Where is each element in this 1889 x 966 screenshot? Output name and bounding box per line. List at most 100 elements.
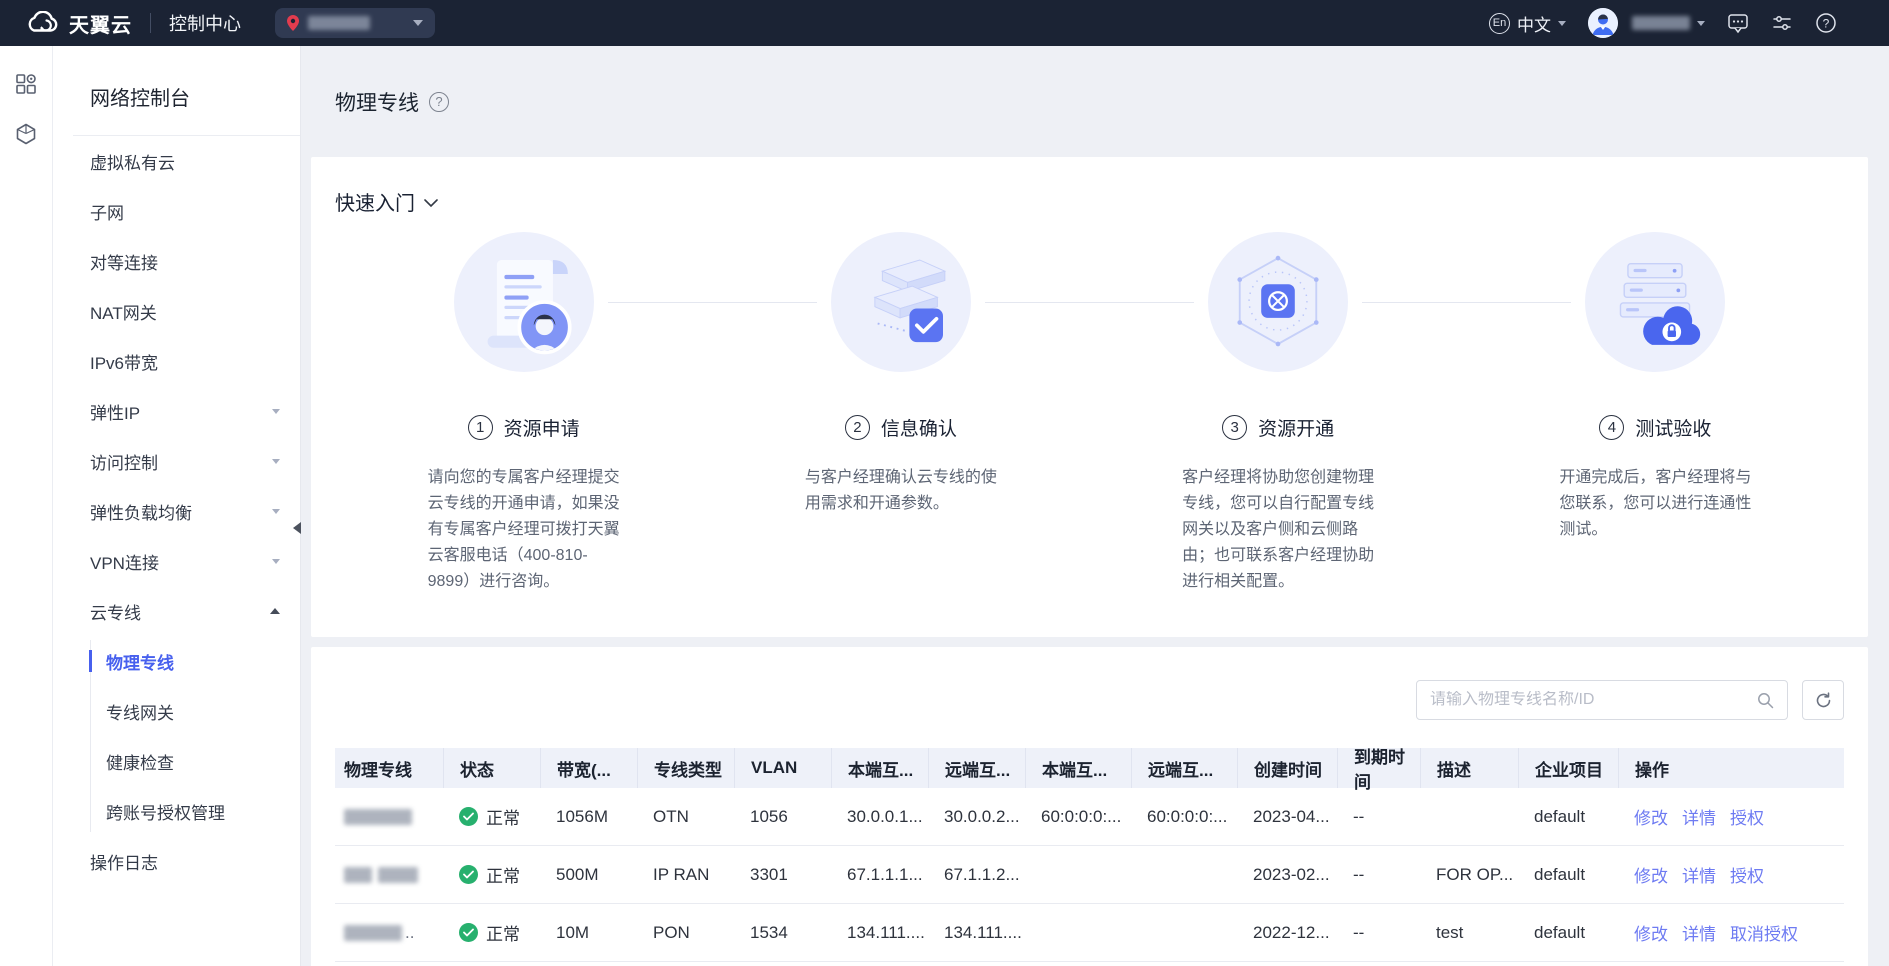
step-title: 1 资源申请 — [468, 414, 580, 441]
status-text: 正常 — [486, 804, 520, 829]
detail-link[interactable]: 详情 — [1682, 862, 1716, 887]
topbar: 天翼云 控制中心 En 中文 — [0, 0, 1889, 46]
col-header-vlan: VLAN — [734, 748, 831, 788]
console-center-link[interactable]: 控制中心 — [169, 10, 241, 36]
cell-expire: -- — [1337, 904, 1420, 961]
user-menu[interactable] — [1632, 16, 1705, 30]
sidebar-item-cross-account-auth[interactable]: 跨账号授权管理 — [53, 786, 300, 836]
info-confirm-illustration-icon — [831, 232, 971, 372]
application-window: 天翼云 控制中心 En 中文 — [0, 0, 1889, 966]
edit-link[interactable]: 修改 — [1634, 862, 1668, 887]
step-label: 信息确认 — [881, 414, 957, 441]
cell-desc — [1420, 788, 1518, 845]
authorize-link[interactable]: 授权 — [1730, 804, 1764, 829]
chevron-down-icon — [424, 199, 438, 208]
cell-name[interactable]: .. — [335, 904, 443, 961]
col-header-remote-ipv6: 远端互... — [1131, 748, 1237, 788]
col-header-remote-ip: 远端互... — [928, 748, 1025, 788]
step-description: 与客户经理确认云专线的使用需求和开通参数。 — [805, 465, 997, 517]
step-title: 2 信息确认 — [845, 414, 957, 441]
cell-local-ipv6 — [1025, 846, 1131, 903]
help-icon[interactable]: ? — [1815, 12, 1837, 34]
brand-name: 天翼云 — [69, 9, 132, 38]
sidebar-item-line-gateway[interactable]: 专线网关 — [53, 686, 300, 736]
topbar-right: En 中文 — [1489, 8, 1889, 38]
sidebar-item-peering[interactable]: 对等连接 — [53, 236, 300, 286]
quickstart-title: 快速入门 — [335, 187, 415, 216]
edit-link[interactable]: 修改 — [1634, 920, 1668, 945]
sidebar-item-vpn[interactable]: VPN连接 — [53, 536, 300, 586]
cell-expire: -- — [1337, 788, 1420, 845]
col-header-ops: 操作 — [1618, 748, 1844, 788]
sidebar-item-subnet[interactable]: 子网 — [53, 186, 300, 236]
sidebar-item-vpc[interactable]: 虚拟私有云 — [53, 136, 300, 186]
col-header-expire: 到期时间 — [1337, 748, 1420, 788]
cell-local-ip: 67.1.1.1... — [831, 846, 928, 903]
cancel-authorize-link[interactable]: 取消授权 — [1730, 920, 1798, 945]
chevron-down-icon — [272, 559, 280, 564]
console-grid-icon[interactable] — [14, 72, 38, 96]
avatar[interactable] — [1588, 8, 1618, 38]
cell-created: 2023-04... — [1237, 788, 1337, 845]
cell-desc: FOR OP... — [1420, 846, 1518, 903]
refresh-button[interactable] — [1802, 680, 1844, 720]
quickstart-header[interactable]: 快速入门 — [335, 187, 1844, 216]
language-selector[interactable]: En 中文 — [1489, 11, 1566, 36]
cell-type: IP RAN — [637, 846, 734, 903]
authorize-link[interactable]: 授权 — [1730, 862, 1764, 887]
name-ellipsis: .. — [405, 923, 414, 943]
cell-remote-ipv6 — [1131, 904, 1237, 961]
redacted-text — [344, 809, 412, 825]
cell-project: default — [1518, 904, 1618, 961]
product-cube-icon[interactable] — [14, 122, 38, 146]
cell-operations: 修改 详情 授权 — [1618, 846, 1844, 903]
chevron-down-icon — [1697, 21, 1705, 26]
cell-expire: -- — [1337, 846, 1420, 903]
sidebar-item-operation-log[interactable]: 操作日志 — [53, 836, 300, 886]
detail-link[interactable]: 详情 — [1682, 920, 1716, 945]
search-icon[interactable] — [1757, 692, 1774, 709]
sidebar-item-eip[interactable]: 弹性IP — [53, 386, 300, 436]
resource-open-illustration-icon — [1208, 232, 1348, 372]
step-label: 资源申请 — [504, 414, 580, 441]
region-selector[interactable] — [275, 8, 435, 38]
cell-name[interactable] — [335, 846, 443, 903]
page-help-icon[interactable]: ? — [429, 92, 449, 112]
message-icon[interactable] — [1727, 12, 1749, 34]
sidebar-item-cloud-line[interactable]: 云专线 — [53, 586, 300, 636]
redacted-text — [378, 867, 418, 883]
col-header-created: 创建时间 — [1237, 748, 1337, 788]
edit-link[interactable]: 修改 — [1634, 804, 1668, 829]
status-ok-icon — [459, 865, 478, 884]
sidebar-item-nat[interactable]: NAT网关 — [53, 286, 300, 336]
sidebar-item-acl[interactable]: 访问控制 — [53, 436, 300, 486]
search-input[interactable] — [1430, 691, 1757, 709]
settings-sliders-icon[interactable] — [1771, 12, 1793, 34]
step-description: 开通完成后，客户经理将与您联系，您可以进行连通性测试。 — [1559, 465, 1751, 543]
step-number: 4 — [1599, 415, 1624, 440]
step-resource-apply: 1 资源申请 请向您的专属客户经理提交云专线的开通申请，如果没有专属客户经理可拨… — [335, 232, 712, 595]
icon-rail — [0, 46, 53, 966]
sidebar-collapse-handle[interactable] — [293, 518, 303, 538]
language-label: 中文 — [1517, 11, 1551, 36]
col-header-type: 专线类型 — [637, 748, 734, 788]
sidebar-item-health-check[interactable]: 健康检查 — [53, 736, 300, 786]
step-label: 资源开通 — [1258, 414, 1334, 441]
cell-bandwidth: 10M — [540, 904, 637, 961]
sidebar-item-ipv6[interactable]: IPv6带宽 — [53, 336, 300, 386]
detail-link[interactable]: 详情 — [1682, 804, 1716, 829]
step-info-confirm: 2 信息确认 与客户经理确认云专线的使用需求和开通参数。 — [712, 232, 1089, 595]
cell-status: 正常 — [443, 846, 540, 903]
sidebar-item-physical-line[interactable]: 物理专线 — [53, 636, 300, 686]
sidebar-item-elb[interactable]: 弹性负载均衡 — [53, 486, 300, 536]
step-description: 请向您的专属客户经理提交云专线的开通申请，如果没有专属客户经理可拨打天翼云客服电… — [428, 465, 620, 595]
cell-remote-ipv6 — [1131, 846, 1237, 903]
col-header-status: 状态 — [443, 748, 540, 788]
cloud-logo-icon — [26, 11, 60, 35]
cell-name[interactable] — [335, 788, 443, 845]
brand[interactable]: 天翼云 — [0, 9, 132, 38]
redacted-username — [1632, 16, 1690, 30]
step-number: 1 — [468, 415, 493, 440]
chevron-down-icon — [272, 509, 280, 514]
topbar-divider — [150, 13, 151, 33]
